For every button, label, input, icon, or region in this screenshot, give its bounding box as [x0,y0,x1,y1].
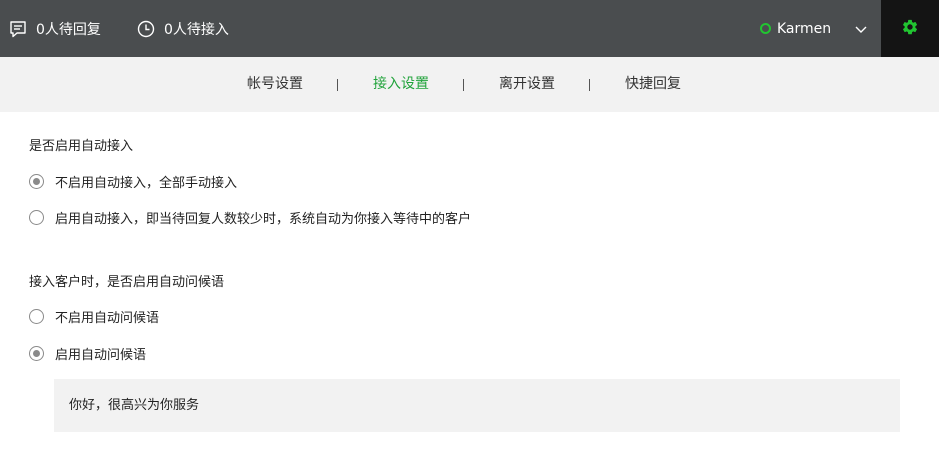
chevron-down-icon[interactable] [851,19,871,39]
settings-tabs: 帐号设置 接入设置 离开设置 快捷回复 [0,57,939,112]
tab-separator [589,79,590,91]
radio-button[interactable] [29,174,44,189]
tab-quick-reply[interactable]: 快捷回复 [625,57,681,112]
auto-access-title: 是否启用自动接入 [29,139,134,154]
pending-reply-label: 0人待回复 [36,21,101,38]
option-label: 启用自动问候语 [55,348,147,363]
tab-access-settings[interactable]: 接入设置 [373,57,429,112]
pending-access-status[interactable]: 0人待接入 [136,0,229,57]
option-label: 不启用自动接入，全部手动接入 [55,176,238,191]
tab-separator [337,79,338,91]
auto-access-option-manual[interactable]: 不启用自动接入，全部手动接入 [29,172,237,191]
auto-greeting-option-off[interactable]: 不启用自动问候语 [29,307,159,326]
user-menu[interactable]: Karmen [760,0,831,57]
gear-icon [901,18,919,40]
radio-button[interactable] [29,346,44,361]
tab-away-settings[interactable]: 离开设置 [499,57,555,112]
pending-reply-status[interactable]: 0人待回复 [8,0,101,57]
greeting-text-value: 你好，很高兴为你服务 [69,398,200,413]
auto-greeting-title: 接入客户时，是否启用自动问候语 [29,275,225,290]
option-label: 启用自动接入，即当待回复人数较少时，系统自动为你接入等待中的客户 [55,212,472,227]
settings-button[interactable] [881,0,939,57]
radio-button[interactable] [29,210,44,225]
greeting-text-field[interactable]: 你好，很高兴为你服务 [54,379,900,432]
option-label: 不启用自动问候语 [55,311,160,326]
auto-access-option-auto[interactable]: 启用自动接入，即当待回复人数较少时，系统自动为你接入等待中的客户 [29,208,471,227]
clock-icon [136,19,156,39]
tab-account-settings[interactable]: 帐号设置 [247,57,303,112]
pending-access-label: 0人待接入 [164,21,229,38]
radio-button[interactable] [29,309,44,324]
message-square-icon [8,19,28,39]
auto-greeting-option-on[interactable]: 启用自动问候语 [29,344,146,363]
top-bar: 0人待回复 0人待接入 Karmen [0,0,939,57]
user-name: Karmen [777,20,832,37]
online-status-icon [760,23,771,34]
tab-separator [463,79,464,91]
